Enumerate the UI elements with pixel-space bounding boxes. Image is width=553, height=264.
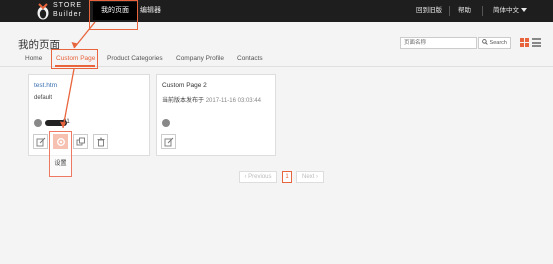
- chevron-right-icon: ›: [316, 174, 318, 180]
- copy-button[interactable]: [73, 134, 88, 149]
- pagination-current[interactable]: 1: [282, 171, 292, 183]
- trash-icon: [97, 137, 105, 147]
- publish-label: 当前版本发布于: [162, 98, 205, 104]
- annotation-highlight-my-pages: [89, 0, 138, 30]
- tab-company-profile[interactable]: Company Profile: [176, 55, 224, 62]
- pagination-prev-label: Previous: [248, 174, 272, 180]
- pagination-next-label: Next: [301, 174, 315, 180]
- top-nav-bar: STORE Builder 我的页面 编辑器 回到旧版 帮助 简体中文: [0, 0, 553, 22]
- page-card: test.htm default 01: [28, 74, 150, 156]
- chevron-down-icon: [521, 8, 527, 13]
- language-label: 简体中文: [493, 7, 519, 14]
- user-icon: [34, 119, 42, 127]
- tab-product-categories[interactable]: Product Categories: [107, 55, 163, 62]
- pagination-prev[interactable]: ‹ Previous: [239, 171, 277, 183]
- page-card: Custom Page 2 当前版本发布于 2017-11-16 03:03:4…: [156, 74, 276, 156]
- list-view-icon[interactable]: [532, 38, 541, 47]
- search-input[interactable]: 页面名称: [400, 37, 477, 49]
- language-selector[interactable]: 简体中文: [493, 2, 527, 20]
- nav-editor[interactable]: 编辑器: [140, 2, 161, 20]
- nav-back-to-old[interactable]: 回到旧版: [416, 2, 442, 20]
- tab-contacts[interactable]: Contacts: [237, 55, 263, 62]
- edit-icon: [164, 137, 174, 147]
- store-builder-logo[interactable]: STORE Builder: [36, 1, 86, 21]
- search-icon: [482, 39, 488, 45]
- chevron-left-icon: ‹: [244, 174, 247, 180]
- edit-button[interactable]: [33, 134, 48, 149]
- copy-icon: [76, 137, 85, 146]
- page-name[interactable]: Custom Page 2: [162, 82, 207, 89]
- logo-text-store: STORE: [53, 2, 82, 9]
- annotation-highlight-custom-page: [51, 49, 98, 69]
- logo-text-builder: Builder: [53, 11, 82, 18]
- nav-divider: [482, 6, 483, 16]
- page-owner: 01: [34, 119, 94, 127]
- page-template-label: default: [34, 95, 53, 101]
- user-icon: [162, 119, 170, 127]
- delete-button[interactable]: [93, 134, 108, 149]
- settings-tooltip: 设置: [54, 161, 67, 167]
- page-name-link[interactable]: test.htm: [34, 82, 57, 89]
- grid-view-icon[interactable]: [520, 38, 529, 47]
- publish-info: 当前版本发布于 2017-11-16 03:03:44: [162, 95, 261, 104]
- nav-help[interactable]: 帮助: [458, 2, 471, 20]
- edit-button[interactable]: [161, 134, 176, 149]
- nav-divider: [449, 6, 450, 16]
- edit-icon: [36, 137, 46, 147]
- search-button[interactable]: Search: [478, 37, 511, 49]
- publish-timestamp: 2017-11-16 03:03:44: [205, 98, 261, 104]
- tab-home[interactable]: Home: [25, 55, 42, 62]
- owner-name: 01: [63, 119, 70, 125]
- logo-icon: [37, 3, 49, 20]
- pagination-next[interactable]: Next ›: [296, 171, 324, 183]
- search-button-label: Search: [489, 40, 507, 46]
